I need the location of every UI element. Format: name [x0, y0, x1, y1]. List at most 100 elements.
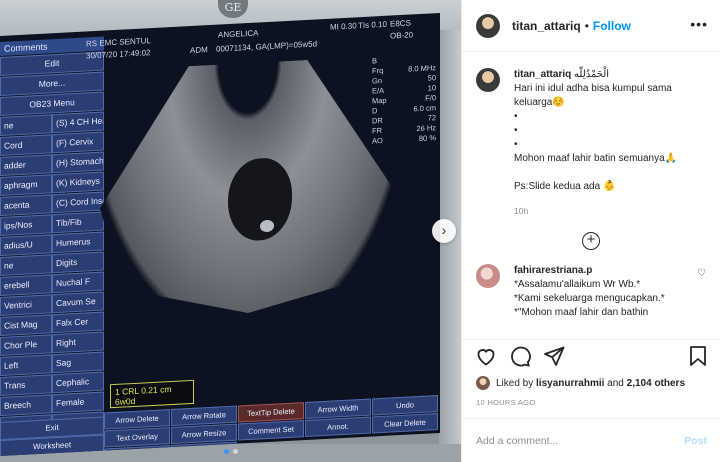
caption-username[interactable]: titan_attariq — [514, 69, 571, 80]
liked-by-prefix: Liked by — [496, 377, 534, 389]
comment-item: fahirarestriana.p *Assalamu'allaikum Wr W… — [476, 264, 706, 320]
annotation-button[interactable]: Undo — [372, 395, 438, 416]
menu-button[interactable]: Sag — [52, 351, 104, 374]
param-label: E/A — [372, 85, 385, 96]
menu-button[interactable]: aphragm — [0, 174, 52, 196]
adm-label: ADM — [190, 45, 208, 56]
heart-icon[interactable]: ♡ — [697, 268, 706, 279]
menu-button[interactable]: Cavum Se — [52, 291, 104, 314]
annotation-button[interactable]: Comment Set — [238, 420, 304, 441]
menu-button[interactable]: (H) Stomach — [52, 151, 104, 174]
annotation-button[interactable]: Arrow Delete — [104, 409, 170, 430]
menu-button[interactable]: Ventrici — [0, 294, 52, 316]
plus-circle-icon[interactable]: + — [582, 232, 600, 250]
menu-button[interactable]: Breech — [0, 394, 52, 416]
e8cs-label: E8CS — [390, 18, 411, 29]
menu-button[interactable]: (K) Kidneys — [52, 171, 104, 194]
annotation-button[interactable]: Arrow Rotate — [171, 405, 237, 427]
post-actions — [462, 340, 720, 372]
param-value: 10 — [427, 83, 436, 93]
param-value: 72 — [427, 113, 436, 123]
menu-button[interactable]: ne — [0, 114, 52, 136]
menu-button[interactable]: Cephalic — [52, 371, 104, 394]
menu-button[interactable]: adder — [0, 154, 52, 176]
comment-icon[interactable] — [508, 344, 532, 368]
menu-button[interactable]: (C) Cord Inse — [52, 191, 104, 214]
annotation-button[interactable]: Annot. — [305, 416, 371, 438]
menu-button[interactable]: adius/U — [0, 234, 52, 256]
monitor-bezel-right — [439, 30, 461, 462]
post-header: titan_attariq • Follow ••• — [462, 0, 720, 52]
param-label: Gn — [372, 75, 383, 86]
crl-ga: 6w0d — [115, 395, 136, 407]
param-row: AO 80 % — [372, 133, 436, 146]
param-label: DR — [372, 115, 383, 126]
add-comment-input[interactable]: Add a comment... — [476, 435, 684, 447]
menu-button[interactable]: Digits — [52, 251, 104, 274]
liked-by-user[interactable]: lisyanurrahmii — [536, 378, 604, 389]
post-button[interactable]: Post — [684, 435, 707, 447]
annotation-button[interactable]: Arrow Resize — [171, 423, 237, 445]
avatar[interactable] — [476, 68, 500, 92]
param-label: D — [372, 106, 378, 116]
tis-value: TIs 0.10 — [358, 19, 387, 31]
next-slide-button[interactable]: › — [432, 219, 456, 243]
chevron-right-icon: › — [441, 222, 447, 238]
annotation-button[interactable]: Text Overlay — [104, 427, 170, 448]
menu-button[interactable]: acenta — [0, 194, 52, 216]
mi-value: MI 0.30 — [330, 21, 357, 32]
menu-button[interactable]: Left — [0, 354, 52, 376]
comments-section[interactable]: titan_attariq الْحَمْدُلِلّٰه Hari ini i… — [462, 52, 720, 340]
menu-button[interactable]: Falx Cer — [52, 311, 104, 334]
menu-button[interactable]: Cist Mag — [0, 314, 52, 336]
param-label: FR — [372, 125, 382, 136]
menu-button[interactable]: Female — [52, 391, 104, 414]
bookmark-icon[interactable] — [686, 344, 710, 368]
menu-button[interactable]: Trans — [0, 374, 52, 396]
param-value: 50 — [427, 73, 436, 83]
param-label: AO — [372, 135, 383, 146]
menu-button[interactable]: Tib/Fib — [52, 211, 104, 234]
menu-button[interactable]: Nuchal F — [52, 271, 104, 294]
ultrasound-params: B Frq 8.0 MHz Gn 50 E/A 10 Map F/0 D 6.0 cm DR 72 FR 2… — [372, 53, 436, 146]
comment-text: *Assalamu'allaikum Wr Wb.* *Kami sekelua… — [514, 279, 665, 318]
ob-label: OB-20 — [390, 30, 414, 41]
crl-value: 0.21 cm — [141, 384, 172, 396]
avatar[interactable] — [476, 264, 500, 288]
annotation-button[interactable]: TextTip Delete — [238, 402, 304, 423]
annotation-button[interactable]: Clear Delete — [372, 413, 438, 434]
comment-username[interactable]: fahirarestriana.p — [514, 265, 592, 276]
menu-button[interactable]: ips/Nos — [0, 214, 52, 236]
follow-button[interactable]: Follow — [593, 19, 631, 33]
ultrasound-screen: Comments Edit More... OB23 Menu ne (S) 4 CH … — [0, 12, 440, 456]
separator-dot: • — [584, 18, 589, 33]
param-label: Map — [372, 95, 387, 106]
ultrasound-menu: Comments Edit More... OB23 Menu ne (S) 4 CH … — [0, 36, 104, 456]
post-time[interactable]: 10 HOURS AGO — [462, 394, 720, 407]
scan-datetime: 30/07/20 17:49:02 — [86, 48, 151, 61]
caption: titan_attariq الْحَمْدُلِلّٰه Hari ini i… — [476, 68, 706, 218]
avatar[interactable] — [476, 376, 490, 390]
menu-button[interactable]: erebell — [0, 274, 52, 296]
menu-button[interactable]: ne — [0, 254, 52, 276]
menu-button[interactable]: (F) Cervix — [52, 131, 104, 154]
post-photo: GE Comments Edit More... OB23 Menu ne (S) 4 … — [0, 0, 461, 462]
share-icon[interactable] — [542, 344, 566, 368]
param-value: F/0 — [425, 93, 436, 103]
post-panel: titan_attariq • Follow ••• titan_attariq… — [461, 0, 720, 462]
annotation-button[interactable]: Arrow Width — [305, 398, 371, 420]
post-username[interactable]: titan_attariq — [512, 19, 581, 33]
patient-id: 00071134, GA(LMP)=05w5d — [216, 39, 318, 54]
param-label: B — [372, 56, 378, 66]
menu-button[interactable]: (S) 4 CH Hear — [52, 111, 104, 134]
menu-button[interactable]: Right — [52, 331, 104, 354]
more-options-button[interactable]: ••• — [690, 16, 708, 32]
menu-button[interactable]: Cord — [0, 134, 52, 156]
param-label: Frq — [372, 65, 384, 76]
avatar[interactable] — [476, 13, 500, 38]
menu-button[interactable]: Humerus — [52, 231, 104, 254]
menu-button[interactable]: Chor Ple — [0, 334, 52, 356]
crl-measurement: 1 CRL 0.21 cm 6w0d — [110, 379, 194, 409]
heart-icon[interactable] — [474, 344, 498, 368]
liked-by-count[interactable]: 2,104 others — [627, 378, 685, 389]
